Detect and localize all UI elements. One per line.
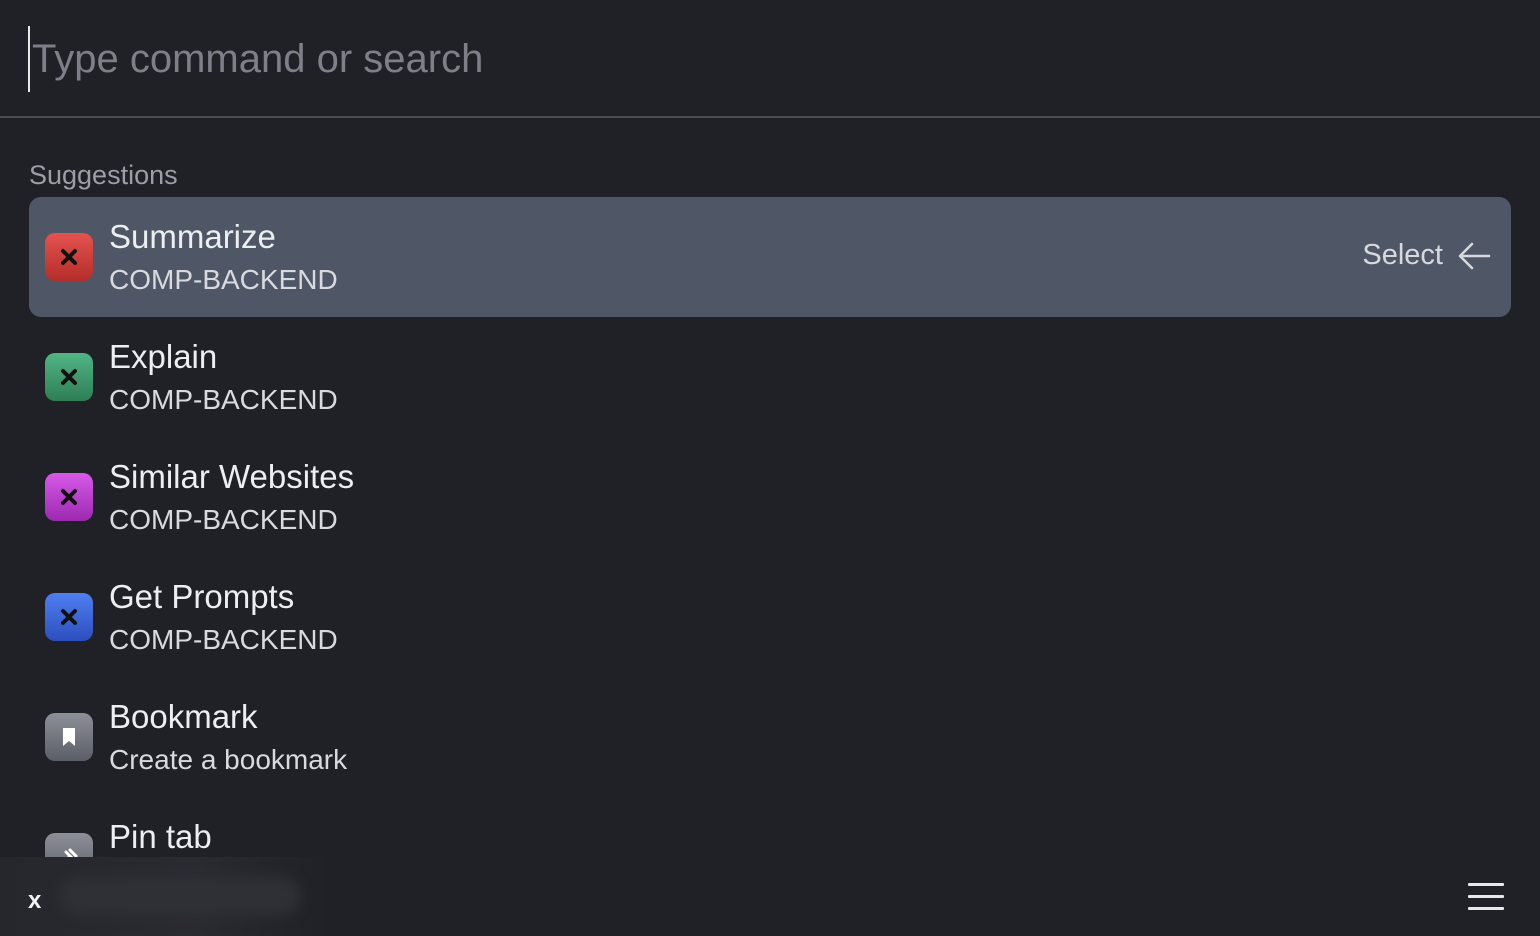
suggestion-subtitle: COMP-BACKEND: [109, 624, 338, 655]
suggestion-title: Summarize: [109, 218, 276, 255]
suggestion-summarize[interactable]: Summarize COMP-BACKEND Select: [29, 197, 1511, 317]
close-icon: [45, 473, 93, 521]
suggestion-similar-websites[interactable]: Similar Websites COMP-BACKEND: [29, 437, 1511, 557]
suggestion-subtitle: COMP-BACKEND: [109, 264, 338, 295]
suggestion-subtitle: COMP-BACKEND: [109, 504, 338, 535]
suggestions-list: Summarize COMP-BACKEND Select Explain CO…: [29, 197, 1511, 857]
suggestion-subtitle: COMP-BACKEND: [109, 384, 338, 415]
suggestion-title: Explain: [109, 338, 218, 375]
select-label: Select: [1362, 239, 1443, 271]
search-bar: [0, 0, 1540, 118]
suggestion-explain[interactable]: Explain COMP-BACKEND: [29, 317, 1511, 437]
blurred-text: [60, 877, 300, 915]
close-icon: [45, 233, 93, 281]
suggestions-heading: Suggestions: [29, 160, 178, 190]
close-button[interactable]: x: [28, 887, 41, 915]
close-icon: [45, 593, 93, 641]
suggestion-bookmark[interactable]: Bookmark Create a bookmark: [29, 677, 1511, 797]
suggestion-subtitle: Create a bookmark: [109, 744, 348, 775]
blurred-region: [0, 857, 330, 936]
suggestion-title: Similar Websites: [109, 458, 355, 495]
suggestion-get-prompts[interactable]: Get Prompts COMP-BACKEND: [29, 557, 1511, 677]
hamburger-menu-icon[interactable]: [1468, 883, 1504, 911]
suggestion-title: Pin tab: [109, 818, 212, 855]
bookmark-icon: [45, 713, 93, 761]
arrow-left-icon: [1458, 242, 1491, 269]
suggestion-title: Get Prompts: [109, 578, 295, 615]
suggestion-title: Bookmark: [109, 698, 258, 735]
pin-icon: [45, 833, 93, 857]
select-action[interactable]: Select: [1362, 239, 1491, 272]
close-icon: [45, 353, 93, 401]
suggestion-pin-tab[interactable]: Pin tab: [29, 797, 1511, 857]
footer-bar: x: [0, 857, 1540, 936]
command-search-input[interactable]: [28, 26, 1514, 92]
